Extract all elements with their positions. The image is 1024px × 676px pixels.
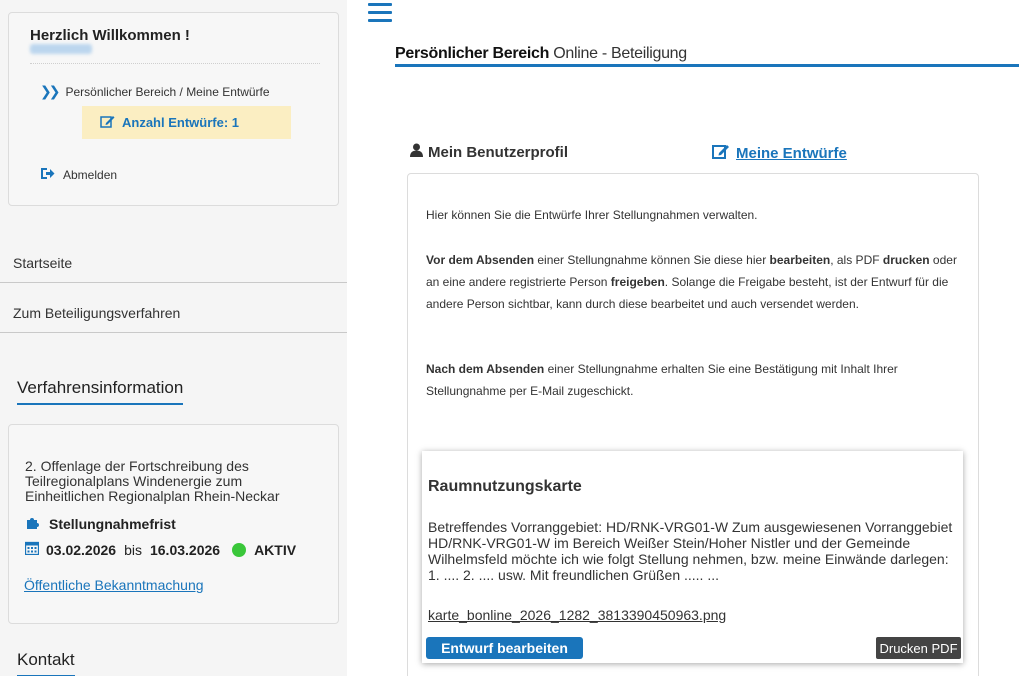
hamburger-icon[interactable] (368, 3, 392, 23)
sidebar-item-home[interactable]: Startseite (0, 243, 347, 283)
double-chevron-right-icon: ❯❯ (40, 83, 61, 99)
edit-icon (712, 143, 730, 163)
contact-heading: Kontakt (17, 650, 75, 676)
draft-count-badge[interactable]: Anzahl Entwürfe: 1 (82, 106, 291, 139)
welcome-title: Herzlich Willkommen ! (30, 27, 190, 44)
text-span: einer Stellungnahme können Sie diese hie… (534, 253, 770, 267)
sign-out-icon (40, 167, 55, 183)
text-strong: bearbeiten (769, 253, 831, 267)
text-strong: Vor dem Absenden (426, 253, 535, 267)
logout-link[interactable]: Abmelden (40, 167, 117, 183)
status-badge: AKTIV (254, 541, 297, 558)
calendar-icon (24, 541, 40, 558)
deadline-row: Stellungnahmefrist (25, 515, 176, 533)
page-title: Persönlicher Bereich Online - Beteiligun… (395, 45, 687, 63)
logout-label: Abmelden (63, 168, 118, 182)
title-underline (395, 64, 1019, 67)
print-pdf-button[interactable]: Drucken PDF (876, 637, 961, 659)
tab-drafts[interactable]: Meine Entwürfe (712, 143, 847, 163)
draft-count-label: Anzahl Entwürfe: 1 (122, 115, 240, 130)
user-icon (410, 143, 423, 161)
submit-info-text: Nach dem Absenden einer Stellungnahme er… (426, 358, 966, 402)
contact-heading-text: Kontakt (17, 650, 75, 669)
text-strong: Nach dem Absenden (426, 362, 545, 376)
tab-profile[interactable]: Mein Benutzerprofil (410, 143, 568, 161)
text-strong: drucken (882, 253, 930, 267)
draft-text: Betreffendes Vorranggebiet: HD/RNK-VRG01… (428, 519, 953, 583)
intro-text: Hier können Sie die Entwürfe Ihrer Stell… (426, 208, 758, 222)
page-title-main: Persönlicher Bereich (395, 45, 550, 62)
status-indicator-icon (232, 542, 247, 557)
start-date: 03.02.2026 (46, 541, 117, 558)
edit-draft-button[interactable]: Entwurf bearbeiten (426, 637, 583, 659)
announcement-link[interactable]: Öffentliche Bekanntmachung (24, 577, 204, 593)
personal-area-link[interactable]: ❯❯ Persönlicher Bereich / Meine Entwürfe (40, 83, 270, 100)
edit-info-text: Vor dem Absenden einer Stellungnahme kön… (426, 249, 966, 315)
date-separator: bis (124, 541, 142, 558)
draft-title: Raumnutzungskarte (428, 478, 582, 495)
procedure-info-heading-text: Verfahrensinformation (17, 378, 184, 397)
tab-drafts-label: Meine Entwürfe (736, 144, 847, 162)
deadline-dates: 03.02.2026 bis 16.03.2026 AKTIV (24, 541, 297, 558)
edit-icon (100, 114, 115, 131)
deadline-label: Stellungnahmefrist (49, 516, 176, 532)
page-title-sub: Online - Beteiligung (553, 45, 687, 62)
draft-attachment-link[interactable]: karte_bonline_2026_1282_3813390450963.pn… (428, 607, 726, 623)
tab-profile-label: Mein Benutzerprofil (428, 143, 569, 161)
text-strong: freigeben (610, 275, 665, 289)
sidebar: Herzlich Willkommen ! ❯❯ Persönlicher Be… (0, 0, 347, 676)
heading-underline (17, 403, 184, 405)
divider (30, 63, 320, 64)
procedure-description: 2. Offenlage der Fortschreibung des Teil… (25, 458, 280, 504)
end-date: 16.03.2026 (149, 541, 221, 558)
procedure-info-heading: Verfahrensinformation (17, 378, 184, 405)
sidebar-item-procedure[interactable]: Zum Beteiligungsverfahren (0, 293, 347, 333)
draft-card: Raumnutzungskarte Betreffendes Vorrangge… (422, 451, 963, 663)
username-redacted (30, 44, 92, 54)
personal-area-label: Persönlicher Bereich / Meine Entwürfe (65, 84, 270, 99)
puzzle-icon (25, 515, 41, 533)
procedure-info-box: 2. Offenlage der Fortschreibung des Teil… (8, 424, 339, 624)
text-span: , als PDF (830, 253, 883, 267)
